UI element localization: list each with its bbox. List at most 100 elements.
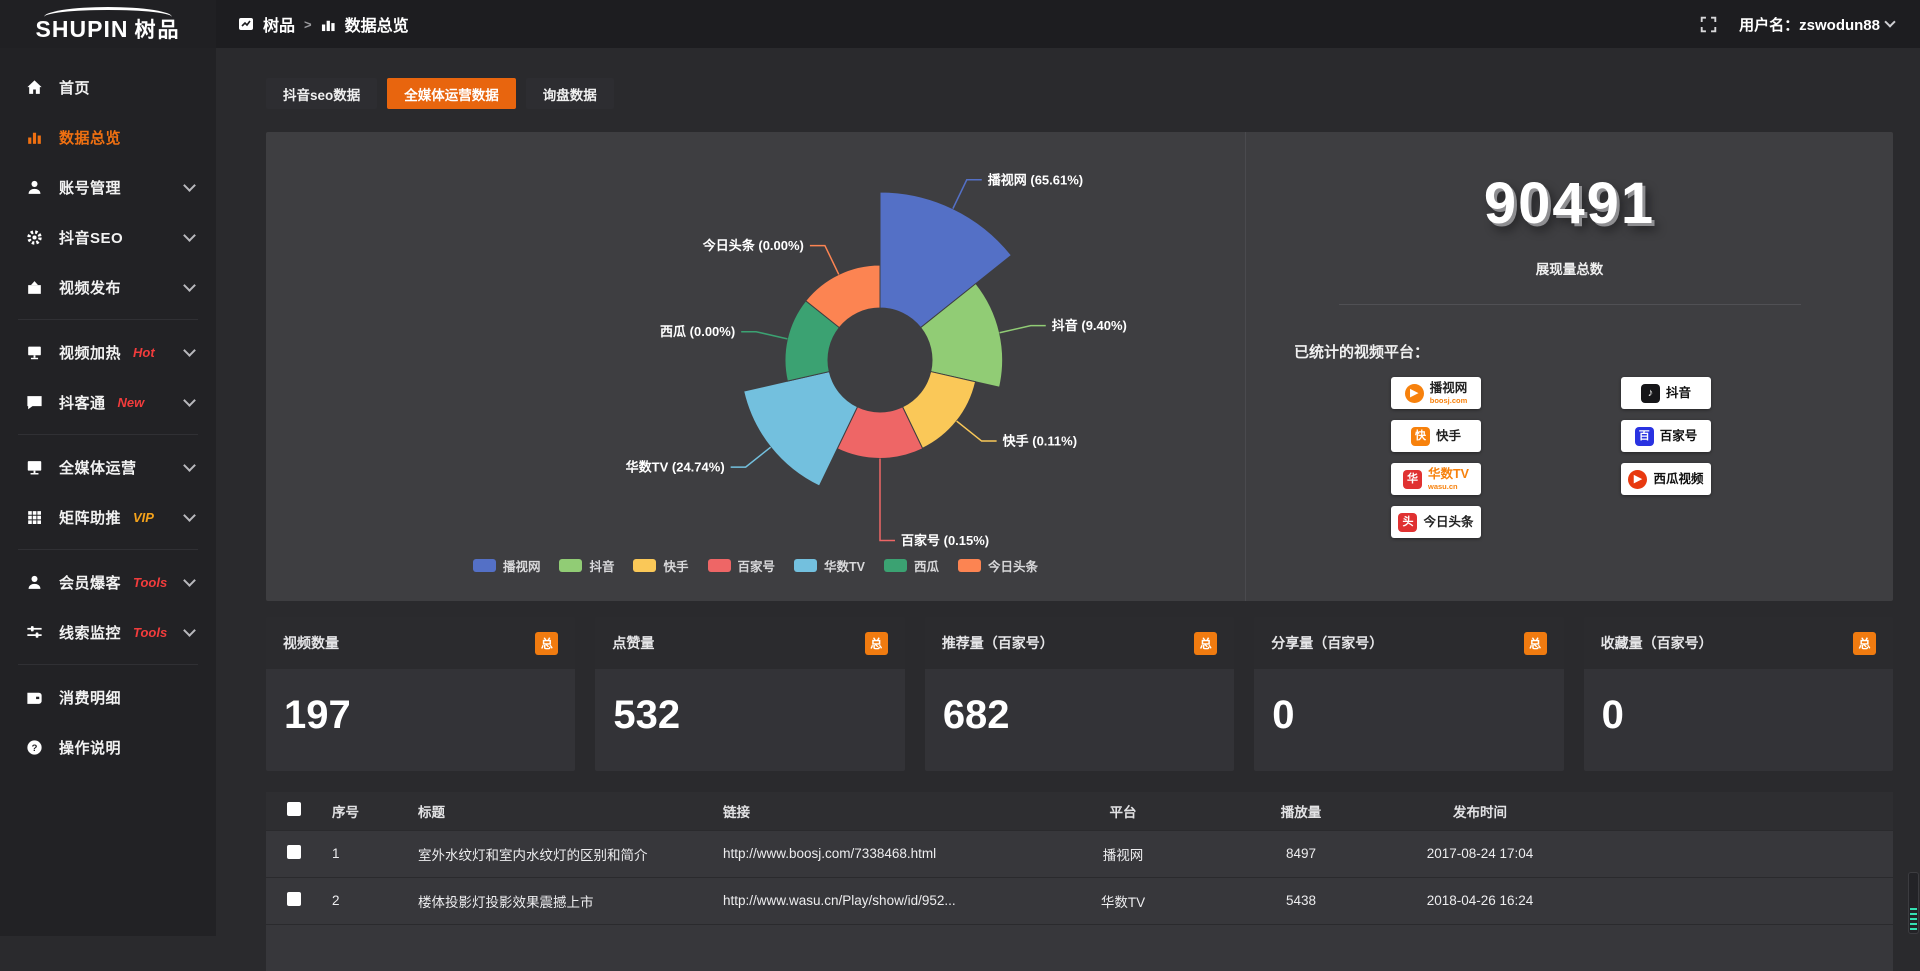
sidebar-item-13[interactable]: 线索监控Tools: [0, 607, 216, 657]
platform-sub: wasu.cn: [1428, 483, 1458, 491]
sidebar-item-4[interactable]: 视频发布: [0, 262, 216, 312]
chevron-down-icon: [183, 394, 196, 407]
summary-section: 90491 展现量总数 已统计的视频平台： ▶ 播视网 boosj.com快 快…: [1245, 132, 1893, 601]
boosj-logo: ▶: [1405, 384, 1424, 403]
bar-chart-icon: [24, 127, 44, 147]
cell-title[interactable]: 室外水纹灯和室内水纹灯的区别和简介: [408, 830, 713, 877]
platforms-title: 已统计的视频平台：: [1294, 341, 1893, 362]
monitor-icon: [24, 457, 44, 477]
total-impressions-value: 90491: [1246, 172, 1893, 236]
sidebar-item-6[interactable]: 视频加热Hot: [0, 327, 216, 377]
sidebar-item-label: 视频加热: [59, 342, 121, 363]
cell-platform: 播视网: [1033, 830, 1213, 877]
user-menu[interactable]: 用户名：zswodun88: [1739, 14, 1894, 35]
tab-1[interactable]: 全媒体运营数据: [387, 78, 516, 109]
sidebar-item-label: 视频发布: [59, 277, 121, 298]
legend-item-快手[interactable]: 快手: [633, 556, 688, 575]
sidebar-item-tag: Tools: [133, 575, 167, 590]
table-row-partial: [266, 924, 1893, 971]
scrollbar-stripes: [1910, 908, 1917, 930]
tab-2[interactable]: 询盘数据: [526, 78, 614, 109]
breadcrumb-current: 数据总览: [345, 12, 409, 36]
breadcrumb-root[interactable]: 树品: [263, 12, 295, 36]
platform-name: 今日头条: [1423, 516, 1473, 529]
sidebar-item-3[interactable]: 抖音SEO: [0, 212, 216, 262]
pie-label-line: [741, 332, 787, 339]
select-all-checkbox[interactable]: [287, 802, 301, 816]
stat-card-header: 分享量（百家号） 总: [1254, 617, 1563, 669]
legend-item-华数TV[interactable]: 华数TV: [794, 556, 865, 575]
stat-card-value: 532: [595, 669, 904, 738]
platform-badge-抖音: ♪ 抖音: [1621, 377, 1711, 409]
row-checkbox[interactable]: [287, 892, 301, 906]
pie-label: 华数TV (24.74%): [626, 460, 725, 475]
pie-label: 抖音 (9.40%): [1052, 318, 1127, 333]
total-badge: 总: [865, 632, 888, 655]
sidebar-item-10[interactable]: 矩阵助推VIP: [0, 492, 216, 542]
platform-name: 快手: [1436, 430, 1461, 443]
stat-card-label: 点赞量: [612, 633, 654, 653]
platform-badge-播视网: ▶ 播视网 boosj.com: [1391, 377, 1481, 409]
legend-item-抖音[interactable]: 抖音: [559, 556, 614, 575]
chat-icon: [24, 392, 44, 412]
legend-item-西瓜[interactable]: 西瓜: [884, 556, 939, 575]
logo-text: SHUPIN树品: [36, 18, 181, 42]
sidebar-item-12[interactable]: 会员爆客 Tools: [0, 557, 216, 607]
platform-name: 抖音: [1666, 387, 1691, 400]
chevron-down-icon: [1884, 16, 1895, 27]
stat-card-4: 收藏量（百家号） 总 0: [1584, 617, 1893, 771]
app-logo[interactable]: SHUPIN树品: [0, 0, 216, 48]
stat-card-0: 视频数量 总 197: [266, 617, 575, 771]
svg-text:?: ?: [31, 742, 37, 753]
legend-item-今日头条[interactable]: 今日头条: [958, 556, 1038, 575]
data-tabs: 抖音seo数据全媒体运营数据询盘数据: [266, 78, 1893, 109]
stat-card-value: 0: [1254, 669, 1563, 738]
legend-item-播视网[interactable]: 播视网: [473, 556, 541, 575]
sidebar-item-7[interactable]: 抖客通New: [0, 377, 216, 427]
legend-item-百家号[interactable]: 百家号: [708, 556, 776, 575]
sidebar-item-9[interactable]: 全媒体运营: [0, 442, 216, 492]
main-content: 抖音seo数据全媒体运营数据询盘数据 播视网 (65.61%)抖音 (9.40%…: [216, 48, 1920, 936]
pie-slice-华数TV[interactable]: [744, 372, 858, 486]
total-badge: 总: [1194, 632, 1217, 655]
col-header-1: 标题: [408, 792, 713, 830]
stat-card-header: 收藏量（百家号） 总: [1584, 617, 1893, 669]
username-label: 用户名：zswodun88: [1739, 14, 1880, 35]
legend-swatch: [559, 559, 582, 572]
sidebar-divider: [18, 319, 198, 320]
legend-swatch: [708, 559, 731, 572]
scrollbar-thumb[interactable]: [1908, 872, 1919, 934]
legend-label: 快手: [663, 556, 688, 575]
platform-badge-快手: 快 快手: [1391, 420, 1481, 452]
legend-swatch: [884, 559, 907, 572]
breadcrumb: 树品 > 数据总览: [238, 12, 409, 36]
wallet-icon: [24, 687, 44, 707]
question-icon: ?: [24, 737, 44, 757]
pie-label-line: [1000, 326, 1046, 333]
legend-swatch: [473, 559, 496, 572]
chevron-down-icon: [183, 459, 196, 472]
fullscreen-icon[interactable]: [1700, 16, 1717, 33]
platform-name: 百家号: [1660, 430, 1698, 443]
row-checkbox[interactable]: [287, 845, 301, 859]
video-publish-icon: [24, 277, 44, 297]
sidebar-item-16[interactable]: ?操作说明: [0, 722, 216, 772]
legend-label: 西瓜: [914, 556, 939, 575]
cell-title[interactable]: 楼体投影灯投影效果震撼上市: [408, 877, 713, 924]
sidebar-item-label: 数据总览: [59, 127, 121, 148]
sidebar-item-label: 全媒体运营: [59, 457, 137, 478]
cell-link[interactable]: http://www.wasu.cn/Play/show/id/952...: [713, 877, 1033, 924]
tab-0[interactable]: 抖音seo数据: [266, 78, 377, 109]
legend-swatch: [633, 559, 656, 572]
sidebar-item-label: 线索监控: [59, 622, 121, 643]
sidebar-item-0[interactable]: 首页: [0, 62, 216, 112]
pie-label-line: [953, 180, 982, 209]
stat-card-value: 682: [925, 669, 1234, 738]
sidebar-item-15[interactable]: 消费明细: [0, 672, 216, 722]
cell-link[interactable]: http://www.boosj.com/7338468.html: [713, 830, 1033, 877]
cell-platform: 华数TV: [1033, 877, 1213, 924]
sidebar-item-2[interactable]: 账号管理: [0, 162, 216, 212]
stat-card-label: 推荐量（百家号）: [942, 633, 1054, 653]
sidebar-item-label: 会员爆客: [59, 572, 121, 593]
sidebar-item-1[interactable]: 数据总览: [0, 112, 216, 162]
